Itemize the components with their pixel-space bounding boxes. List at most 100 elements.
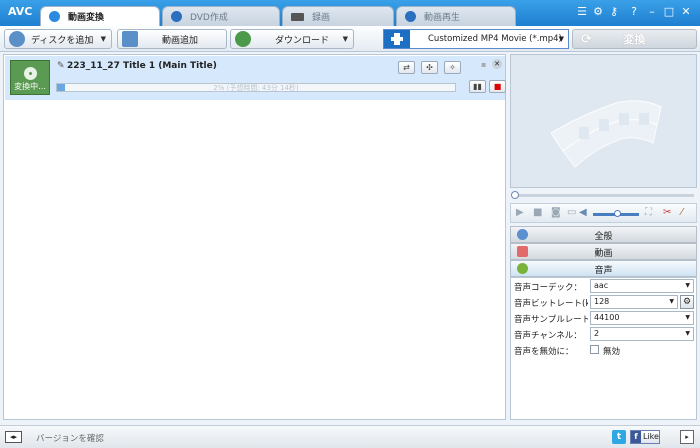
- like-label: Like: [643, 432, 659, 441]
- seek-bar[interactable]: [510, 190, 697, 200]
- audio-disable-checkbox-label: 無効: [603, 347, 621, 357]
- list-icon[interactable]: ☰: [574, 4, 590, 20]
- facebook-icon: f: [631, 431, 641, 443]
- output-profile-select[interactable]: Customized MP4 Movie (*.mp4) ▼: [383, 29, 569, 49]
- minimize-icon[interactable]: –: [644, 4, 660, 20]
- chevron-down-icon[interactable]: ▼: [559, 35, 564, 43]
- maximize-icon[interactable]: □: [661, 4, 677, 20]
- audio-codec-label: 音声コーデック：: [514, 283, 583, 293]
- add-disc-label: ディスクを追加: [31, 35, 94, 46]
- add-video-label: 動画追加: [162, 35, 199, 46]
- task-title: 223_11_27 Title 1 (Main Title): [67, 61, 217, 71]
- tab-play[interactable]: 動画再生: [396, 6, 516, 26]
- film-icon: [384, 30, 410, 48]
- section-general[interactable]: 全般: [510, 226, 697, 243]
- audio-samplerate-value: 44100: [594, 313, 620, 322]
- chevron-down-icon[interactable]: ▼: [343, 35, 348, 43]
- volume-knob[interactable]: [614, 210, 621, 217]
- audio-codec-select[interactable]: aac ▼: [590, 279, 694, 293]
- audio-channel-select[interactable]: 2 ▼: [590, 327, 694, 341]
- audio-settings-panel: 音声コーデック： aac ▼ 音声ビットレート(kb/s)： 128 ▼ ⚙ 音…: [510, 277, 697, 420]
- audio-channel-label: 音声チャンネル：: [514, 331, 582, 341]
- section-audio[interactable]: 音声: [510, 260, 697, 277]
- download-button[interactable]: ダウンロード ▼: [230, 29, 354, 49]
- audio-samplerate-select[interactable]: 44100 ▼: [590, 311, 694, 325]
- remove-icon[interactable]: ✕: [492, 59, 502, 69]
- snapshot-icon[interactable]: ◙: [551, 207, 561, 218]
- add-disc-button[interactable]: ディスクを追加 ▼: [4, 29, 112, 49]
- tab-label: 動画変換: [68, 13, 105, 23]
- converting-label: 変換中...: [14, 82, 46, 91]
- resize-grip-icon[interactable]: ▸: [680, 430, 694, 444]
- profile-label: Customized MP4 Movie (*.mp4): [428, 34, 562, 44]
- list-item[interactable]: 変換中... ✎ 223_11_27 Title 1 (Main Title) …: [5, 56, 506, 100]
- player-controls: ▶ ■ ◙ ▭ ◀ ⛶ ✂ ⁄: [510, 203, 697, 223]
- chevron-down-icon[interactable]: ▼: [101, 35, 106, 43]
- add-video-button[interactable]: 動画追加: [117, 29, 227, 49]
- play-icon[interactable]: ▶: [516, 207, 524, 218]
- section-video[interactable]: 動画: [510, 243, 697, 260]
- cut-icon[interactable]: ✂: [663, 207, 671, 218]
- audio-bitrate-row: 音声ビットレート(kb/s)： 128 ▼ ⚙: [511, 294, 696, 310]
- convert-label: 変換: [623, 33, 646, 46]
- pause-button[interactable]: ▮▮: [469, 80, 486, 93]
- pencil-icon[interactable]: ✎: [57, 61, 65, 71]
- key-icon[interactable]: ⚷: [606, 4, 622, 20]
- facebook-like-button[interactable]: f Like: [630, 430, 660, 444]
- audio-disable-checkbox[interactable]: [590, 345, 599, 354]
- refresh-icon: ⟳: [581, 32, 592, 47]
- crop-icon[interactable]: ✣: [421, 61, 438, 74]
- close-icon[interactable]: ✕: [678, 4, 694, 20]
- status-bar: ◂▸ バージョンを確認 t f Like ▸: [0, 425, 700, 448]
- app-title: AVC: [8, 5, 33, 18]
- audio-channel-value: 2: [594, 329, 600, 338]
- chevron-down-icon: ▼: [685, 330, 690, 337]
- tab-dvd[interactable]: DVD作成: [162, 6, 280, 26]
- title-bar: AVC 動画変換 DVD作成 録画 動画再生 ☰ ⚙ ⚷ ? – □ ✕: [0, 0, 700, 26]
- info-icon[interactable]: ▪: [481, 60, 486, 69]
- panel-toggle-icon[interactable]: ◂▸: [5, 431, 22, 443]
- audio-channel-row: 音声チャンネル： 2 ▼: [511, 326, 696, 342]
- audio-codec-value: aac: [594, 281, 609, 290]
- audio-samplerate-row: 音声サンプルレート： 44100 ▼: [511, 310, 696, 326]
- section-label: 動画: [594, 249, 613, 259]
- stop-icon[interactable]: ■: [533, 207, 542, 218]
- tab-label: 動画再生: [424, 13, 461, 23]
- reorder-icon[interactable]: ⇄: [398, 61, 415, 74]
- convert-button[interactable]: ⟳ 変換: [572, 29, 697, 49]
- chevron-down-icon: ▼: [685, 282, 690, 289]
- disc-icon: [9, 31, 25, 47]
- check-version-link[interactable]: バージョンを確認: [36, 432, 104, 444]
- effects-icon[interactable]: ✧: [444, 61, 461, 74]
- audio-bitrate-value: 128: [594, 297, 610, 306]
- audio-disable-row: 音声を無効に： 無効: [511, 342, 696, 358]
- audio-bitrate-select[interactable]: 128 ▼: [590, 295, 678, 309]
- dvd-tab-icon: [171, 11, 182, 22]
- twitter-icon[interactable]: t: [612, 430, 626, 444]
- tab-convert[interactable]: 動画変換: [40, 6, 160, 26]
- film-add-icon: [122, 31, 138, 47]
- download-label: ダウンロード: [275, 35, 330, 46]
- play-tab-icon: [405, 11, 416, 22]
- chevron-down-icon: ▼: [685, 314, 690, 321]
- stop-button[interactable]: ■: [489, 80, 506, 93]
- tab-label: DVD作成: [190, 13, 228, 23]
- tab-record[interactable]: 録画: [282, 6, 394, 26]
- section-label: 全般: [594, 232, 613, 242]
- folder-icon[interactable]: ▭: [567, 207, 576, 218]
- chevron-down-icon: ▼: [669, 298, 674, 305]
- tab-label: 録画: [312, 13, 331, 23]
- gear-icon[interactable]: ⚙: [590, 4, 606, 20]
- volume-icon[interactable]: ◀: [579, 207, 587, 218]
- audio-bitrate-label: 音声ビットレート(kb/s)：: [514, 299, 588, 309]
- audio-samplerate-label: 音声サンプルレート：: [514, 315, 588, 325]
- disc-icon: [24, 67, 37, 80]
- audio-codec-row: 音声コーデック： aac ▼: [511, 278, 696, 294]
- seek-knob[interactable]: [511, 191, 519, 199]
- audio-disable-label: 音声を無効に：: [514, 347, 574, 357]
- magic-wand-icon[interactable]: ⁄: [681, 207, 683, 218]
- gear-icon[interactable]: ⚙: [680, 295, 694, 309]
- globe-icon: [235, 31, 251, 47]
- fullscreen-icon[interactable]: ⛶: [645, 207, 652, 218]
- help-icon[interactable]: ?: [626, 4, 642, 20]
